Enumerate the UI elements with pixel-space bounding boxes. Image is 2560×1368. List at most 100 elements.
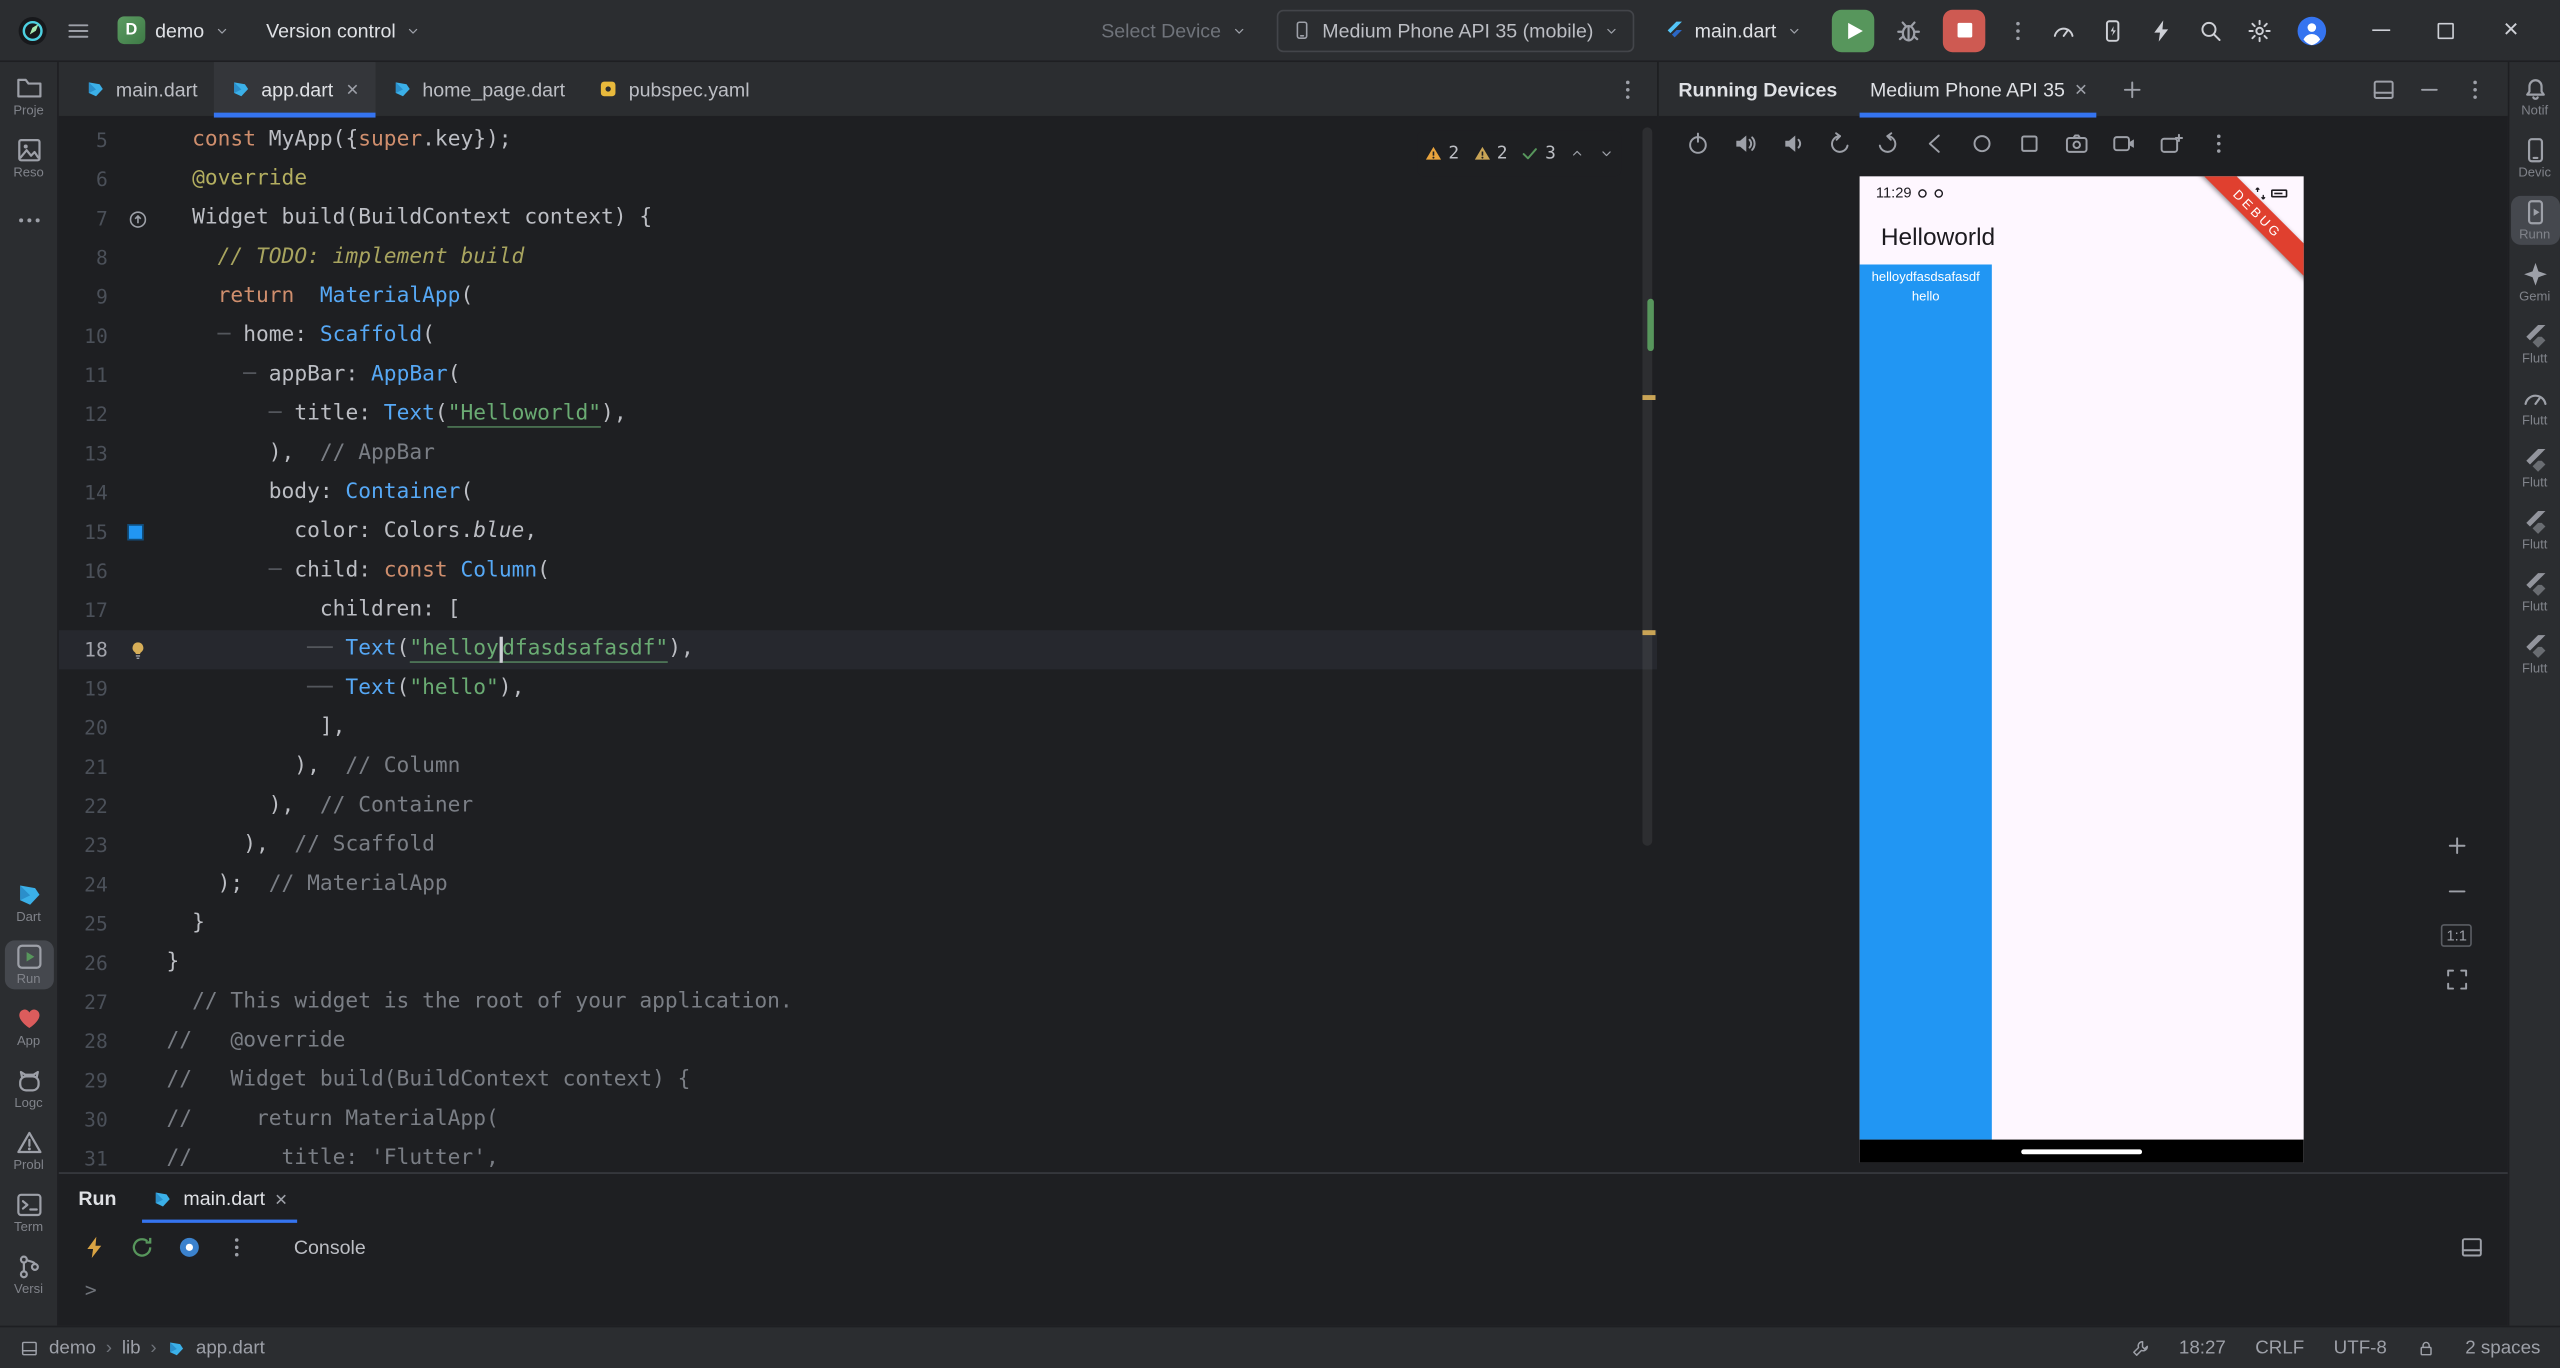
project-selector[interactable]: D demo [108, 11, 240, 49]
layout-icon[interactable] [2371, 76, 2397, 102]
caret-position[interactable]: 18:27 [2179, 1338, 2226, 1358]
close-icon[interactable]: × [275, 1188, 287, 1209]
run-tab-main-dart[interactable]: main.dart × [142, 1174, 297, 1223]
tool-button-dart-analysis[interactable]: Dart [4, 878, 53, 927]
run-button[interactable] [1831, 8, 1875, 52]
nav-back-icon[interactable] [1922, 131, 1948, 157]
console-label[interactable]: Console [294, 1236, 366, 1259]
more-actions-icon[interactable] [2005, 17, 2031, 43]
code-line-20[interactable]: 20 ], [59, 709, 1657, 748]
run-config-selector[interactable]: main.dart [1654, 14, 1812, 47]
code-line-16[interactable]: 16 ─ child: const Column( [59, 552, 1657, 591]
tool-button-flutter-inspector[interactable]: Flutt [2510, 444, 2559, 493]
emulator-screen[interactable]: 11:29 3G Helloworld helloydfasdsafasdf h… [1859, 176, 2304, 1163]
tool-button-version-control[interactable]: Versi [4, 1251, 53, 1300]
main-menu-icon[interactable] [65, 17, 91, 43]
device-tab[interactable]: Medium Phone API 35 × [1860, 62, 2097, 118]
power-icon[interactable] [1685, 131, 1711, 157]
volume-down-icon[interactable] [1780, 131, 1806, 157]
code-line-26[interactable]: 26} [59, 944, 1657, 983]
fit-screen-icon[interactable] [2444, 967, 2470, 993]
close-icon[interactable]: × [346, 77, 358, 101]
line-ending[interactable]: CRLF [2255, 1338, 2304, 1358]
zoom-in-icon[interactable] [2444, 833, 2470, 859]
rotate-left-icon[interactable] [1827, 131, 1853, 157]
code-line-24[interactable]: 24 ); // MaterialApp [59, 865, 1657, 904]
tool-button-logcat[interactable]: Logc [4, 1064, 53, 1113]
panel-options-icon[interactable] [2462, 76, 2488, 102]
editor-scrollbar[interactable] [1638, 118, 1658, 1173]
code-editor[interactable]: 5 const MyApp({super.key}); 6 @override 7 … [58, 118, 1658, 1173]
devtools-icon[interactable] [176, 1234, 202, 1260]
device-selector[interactable]: Medium Phone API 35 (mobile) [1276, 8, 1635, 52]
tool-button-flutter-tool-2[interactable]: Flutt [2510, 568, 2559, 617]
settings-icon[interactable] [2247, 17, 2273, 43]
tool-button-flutter-performance[interactable]: Flutt [2510, 382, 2559, 431]
code-line-29[interactable]: 29 // Widget build(BuildContext context) … [59, 1061, 1657, 1100]
close-button[interactable]: × [2478, 0, 2543, 61]
editor-tab-main-dart[interactable]: main.dart [69, 62, 214, 116]
code-line-13[interactable]: 13 ), // AppBar [59, 434, 1657, 473]
tool-button-flutter-outline[interactable]: Flutt [2510, 320, 2559, 369]
rotate-right-icon[interactable] [1874, 131, 1900, 157]
code-line-28[interactable]: 28 // @override [59, 1022, 1657, 1061]
nav-overview-icon[interactable] [2016, 131, 2042, 157]
zoom-out-icon[interactable] [2444, 878, 2470, 904]
breadcrumb[interactable]: demo › lib › app.dart [49, 1338, 265, 1358]
tool-button-flutter-tool-3[interactable]: Flutt [2510, 630, 2559, 679]
inspections-widget[interactable]: 2 2 3 [1417, 130, 1622, 177]
tool-button-flutter-tool-1[interactable]: Flutt [2510, 506, 2559, 555]
tool-button-device-manager[interactable]: Devic [2510, 134, 2559, 183]
close-icon[interactable]: × [2075, 78, 2087, 99]
code-line-19[interactable]: 19 ── Text("hello"), [59, 669, 1657, 708]
code-line-11[interactable]: 11 ─ appBar: AppBar( [59, 356, 1657, 395]
tool-button-more-tool-windows[interactable] [4, 196, 53, 245]
console-output[interactable]: > [59, 1272, 2508, 1301]
zoom-ratio[interactable]: 1:1 [2441, 924, 2472, 947]
tool-button-app-quality-insights[interactable]: App [4, 1002, 53, 1051]
more-vertical-icon[interactable] [2206, 131, 2232, 157]
code-line-17[interactable]: 17 children: [ [59, 591, 1657, 630]
prev-problem-icon[interactable] [1569, 145, 1585, 161]
code-line-18[interactable]: 18 ── Text("helloy dfasdsafasdf"), [58, 630, 1658, 670]
tool-button-resource-manager[interactable]: Reso [4, 134, 53, 183]
bolt-icon[interactable] [2149, 17, 2175, 43]
code-line-14[interactable]: 14 body: Container( [59, 473, 1657, 512]
debug-button-icon[interactable] [1894, 16, 1923, 45]
snapshot-icon[interactable] [2158, 131, 2184, 157]
search-icon[interactable] [2198, 17, 2224, 43]
code-line-23[interactable]: 23 ), // Scaffold [59, 826, 1657, 865]
encoding[interactable]: UTF-8 [2334, 1338, 2387, 1358]
code-line-9[interactable]: 9 return MaterialApp( [59, 278, 1657, 317]
breadcrumb-item-demo[interactable]: demo [49, 1338, 96, 1358]
breadcrumb-item-lib[interactable]: lib [122, 1338, 141, 1358]
code-line-15[interactable]: 15 color: Colors.blue, [59, 513, 1657, 552]
tool-button-gemini[interactable]: Gemi [2510, 258, 2559, 307]
profiler-icon[interactable] [2051, 17, 2077, 43]
tool-button-project[interactable]: Proje [4, 72, 53, 121]
screenshot-icon[interactable] [2064, 131, 2090, 157]
select-device-dropdown[interactable]: Select Device [1091, 14, 1257, 47]
tool-button-run[interactable]: Run [4, 940, 54, 990]
code-line-31[interactable]: 31 // title: 'Flutter', [59, 1140, 1657, 1173]
tool-button-running-devices[interactable]: Runn [2510, 195, 2560, 245]
tool-button-notifications[interactable]: Notif [2510, 72, 2559, 121]
wrench-icon[interactable] [2130, 1338, 2150, 1358]
tool-button-problems[interactable]: Probl [4, 1127, 53, 1176]
stop-button[interactable] [1942, 8, 1986, 52]
volume-up-icon[interactable] [1732, 131, 1758, 157]
breadcrumb-item-app.dart[interactable]: app.dart [196, 1338, 265, 1358]
nav-home-icon[interactable] [1969, 131, 1995, 157]
next-problem-icon[interactable] [1598, 145, 1614, 161]
add-device-icon[interactable] [2120, 76, 2146, 102]
code-line-30[interactable]: 30 // return MaterialApp( [59, 1100, 1657, 1139]
editor-tab-pubspec-yaml[interactable]: pubspec.yaml [581, 62, 766, 116]
avatar-icon[interactable] [2296, 14, 2329, 47]
code-line-21[interactable]: 21 ), // Column [59, 748, 1657, 787]
more-vertical-icon[interactable] [224, 1234, 250, 1260]
code-line-25[interactable]: 25 } [59, 904, 1657, 943]
code-line-10[interactable]: 10 ─ home: Scaffold( [59, 317, 1657, 356]
minimize-button[interactable] [2348, 0, 2413, 61]
code-line-8[interactable]: 8 // TODO: implement build [59, 238, 1657, 277]
tab-list-menu[interactable] [1615, 62, 1641, 116]
